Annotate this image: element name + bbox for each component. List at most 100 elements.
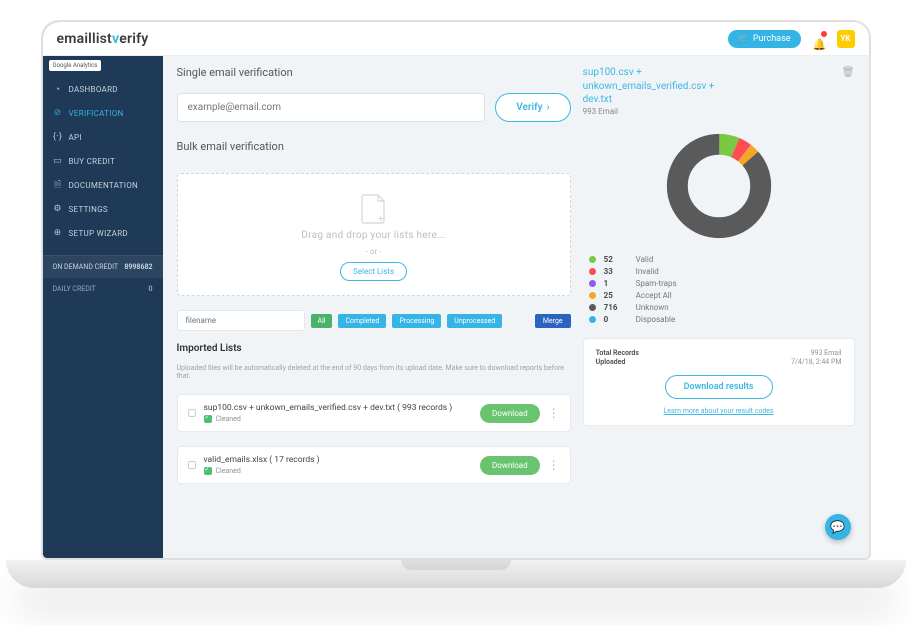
cart-icon: 🛒 xyxy=(738,34,749,44)
file-summary: 🗑 sup100.csv + unkown_emails_verified.cs… xyxy=(583,66,855,117)
legend-row: 1Spam-traps xyxy=(589,279,849,288)
sidebar-item-label: DOCUMENTATION xyxy=(69,181,139,190)
google-analytics-tag: Google Analytics xyxy=(49,60,102,71)
legend-count: 1 xyxy=(604,279,628,288)
single-email-input[interactable] xyxy=(177,93,486,122)
top-bar: emaillistverify 🛒 Purchase YK xyxy=(43,22,869,56)
legend-count: 33 xyxy=(604,267,628,276)
verification-icon: ⊘ xyxy=(53,108,63,118)
summary-line: unkown_emails_verified.csv + xyxy=(583,80,855,94)
list-item: sup100.csv + unkown_emails_verified.csv … xyxy=(177,394,571,432)
list-checkbox[interactable] xyxy=(188,409,196,417)
verify-button[interactable]: Verify› xyxy=(495,93,570,122)
legend-dot xyxy=(589,304,596,311)
status-check-icon xyxy=(204,467,212,475)
main-content: Single email verification Verify› Bulk e… xyxy=(163,22,869,558)
download-button[interactable]: Download xyxy=(480,456,540,475)
summary-count: 993 Email xyxy=(583,107,855,118)
download-button[interactable]: Download xyxy=(480,404,540,423)
filter-completed[interactable]: Completed xyxy=(338,314,386,328)
brand-post: erify xyxy=(119,31,148,47)
kebab-icon[interactable]: ⋮ xyxy=(548,462,560,468)
list-status: Cleaned xyxy=(216,415,241,423)
chat-icon: 💬 xyxy=(830,520,845,534)
results-panel: Total RecordsUploaded 993 Email7/4/18, 2… xyxy=(583,338,855,426)
sidebar-item-api[interactable]: {·} API xyxy=(43,125,163,149)
legend-count: 25 xyxy=(604,291,628,300)
legend-row: 0Disposable xyxy=(589,315,849,324)
sidebar-item-verification[interactable]: ⊘ VERIFICATION xyxy=(43,101,163,125)
legend-label: Valid xyxy=(636,255,654,264)
sidebar-item-dashboard[interactable]: ◔DASHBOARD xyxy=(43,77,163,101)
merge-button[interactable]: Merge xyxy=(535,314,571,328)
legend-count: 52 xyxy=(604,255,628,264)
credit-on-demand: ON DEMAND CREDIT8998682 xyxy=(43,256,163,278)
sidebar-item-label: VERIFICATION xyxy=(69,109,124,118)
dropzone[interactable]: + Drag and drop your lists here... - or … xyxy=(177,173,571,296)
notification-dot xyxy=(821,31,827,37)
legend-row: 25Accept All xyxy=(589,291,849,300)
imported-lists-title: Imported Lists xyxy=(177,343,571,354)
sidebar-item-settings[interactable]: ⚙ SETTINGS xyxy=(43,197,163,221)
list-name: sup100.csv + unkown_emails_verified.csv … xyxy=(204,403,473,413)
filter-unprocessed[interactable]: Unprocessed xyxy=(447,314,502,328)
credit-label: ON DEMAND CREDIT xyxy=(53,263,119,271)
credit-block: ON DEMAND CREDIT8998682 DAILY CREDIT0 xyxy=(43,255,163,300)
credit-daily: DAILY CREDIT0 xyxy=(43,278,163,300)
filename-filter-input[interactable] xyxy=(177,310,305,331)
filter-all[interactable]: All xyxy=(311,314,333,328)
svg-text:+: + xyxy=(378,214,384,224)
chevron-right-icon: › xyxy=(547,102,550,113)
list-status: Cleaned xyxy=(216,467,241,475)
api-icon: {·} xyxy=(53,132,63,142)
download-results-button[interactable]: Download results xyxy=(665,375,773,399)
legend-dot xyxy=(589,280,596,287)
dropzone-text: Drag and drop your lists here... xyxy=(301,230,446,241)
legend-row: 33Invalid xyxy=(589,267,849,276)
wizard-icon: ⊕ xyxy=(53,228,63,238)
bulk-verification-title: Bulk email verification xyxy=(177,140,571,153)
list-item: valid_emails.xlsx ( 17 records ) Cleaned… xyxy=(177,446,571,484)
legend-row: 52 Valid xyxy=(589,255,849,264)
purchase-label: Purchase xyxy=(753,34,791,44)
trash-icon[interactable]: 🗑 xyxy=(842,66,855,80)
right-column: 🗑 sup100.csv + unkown_emails_verified.cs… xyxy=(583,66,855,548)
sidebar-item-documentation[interactable]: 🗎DOCUMENTATION xyxy=(43,173,163,197)
sidebar-item-label: API xyxy=(69,133,82,142)
filter-processing[interactable]: Processing xyxy=(392,314,441,328)
credit-value: 0 xyxy=(148,285,152,293)
sidebar-item-setup-wizard[interactable]: ⊕ SETUP WIZARD xyxy=(43,221,163,245)
total-records-label: Total Records xyxy=(596,349,639,357)
purchase-button[interactable]: 🛒 Purchase xyxy=(728,30,801,48)
single-verification-title: Single email verification xyxy=(177,66,571,79)
dropzone-or: - or - xyxy=(366,247,382,256)
left-column: Single email verification Verify› Bulk e… xyxy=(177,66,571,548)
file-upload-icon: + xyxy=(361,194,387,224)
notifications-icon[interactable] xyxy=(813,33,825,45)
legend-row: 716 Unknown xyxy=(589,303,849,312)
list-checkbox[interactable] xyxy=(188,461,196,469)
sidebar-item-buy-credit[interactable]: ▭BUY CREDIT xyxy=(43,149,163,173)
legend-label: Disposable xyxy=(636,315,676,324)
dashboard-icon: ◔ xyxy=(53,84,63,94)
total-records-value: 993 Email xyxy=(811,349,842,357)
chart-legend: 52 Valid 33Invalid 1Spam-traps 25Accept All 7… xyxy=(583,251,855,328)
help-fab[interactable]: 💬 xyxy=(825,514,851,540)
learn-more-link[interactable]: Learn more about your result codes xyxy=(664,407,774,415)
avatar[interactable]: YK xyxy=(837,30,855,48)
brand-logo: emaillistverify xyxy=(57,31,149,47)
legend-dot xyxy=(589,256,596,263)
legend-label: Unknown xyxy=(636,303,669,312)
sidebar-item-label: SETUP WIZARD xyxy=(69,229,128,238)
brand-pre: emaillist xyxy=(57,31,112,47)
uploaded-value: 7/4/18, 2:44 PM xyxy=(791,358,841,366)
donut-chart xyxy=(583,123,855,245)
status-check-icon xyxy=(204,415,212,423)
gear-icon: ⚙ xyxy=(53,204,63,214)
legend-count: 716 xyxy=(604,303,628,312)
sidebar-item-label: SETTINGS xyxy=(69,205,108,214)
select-lists-button[interactable]: Select Lists xyxy=(340,262,407,281)
credit-icon: ▭ xyxy=(53,156,63,166)
kebab-icon[interactable]: ⋮ xyxy=(548,410,560,416)
legend-dot xyxy=(589,316,596,323)
